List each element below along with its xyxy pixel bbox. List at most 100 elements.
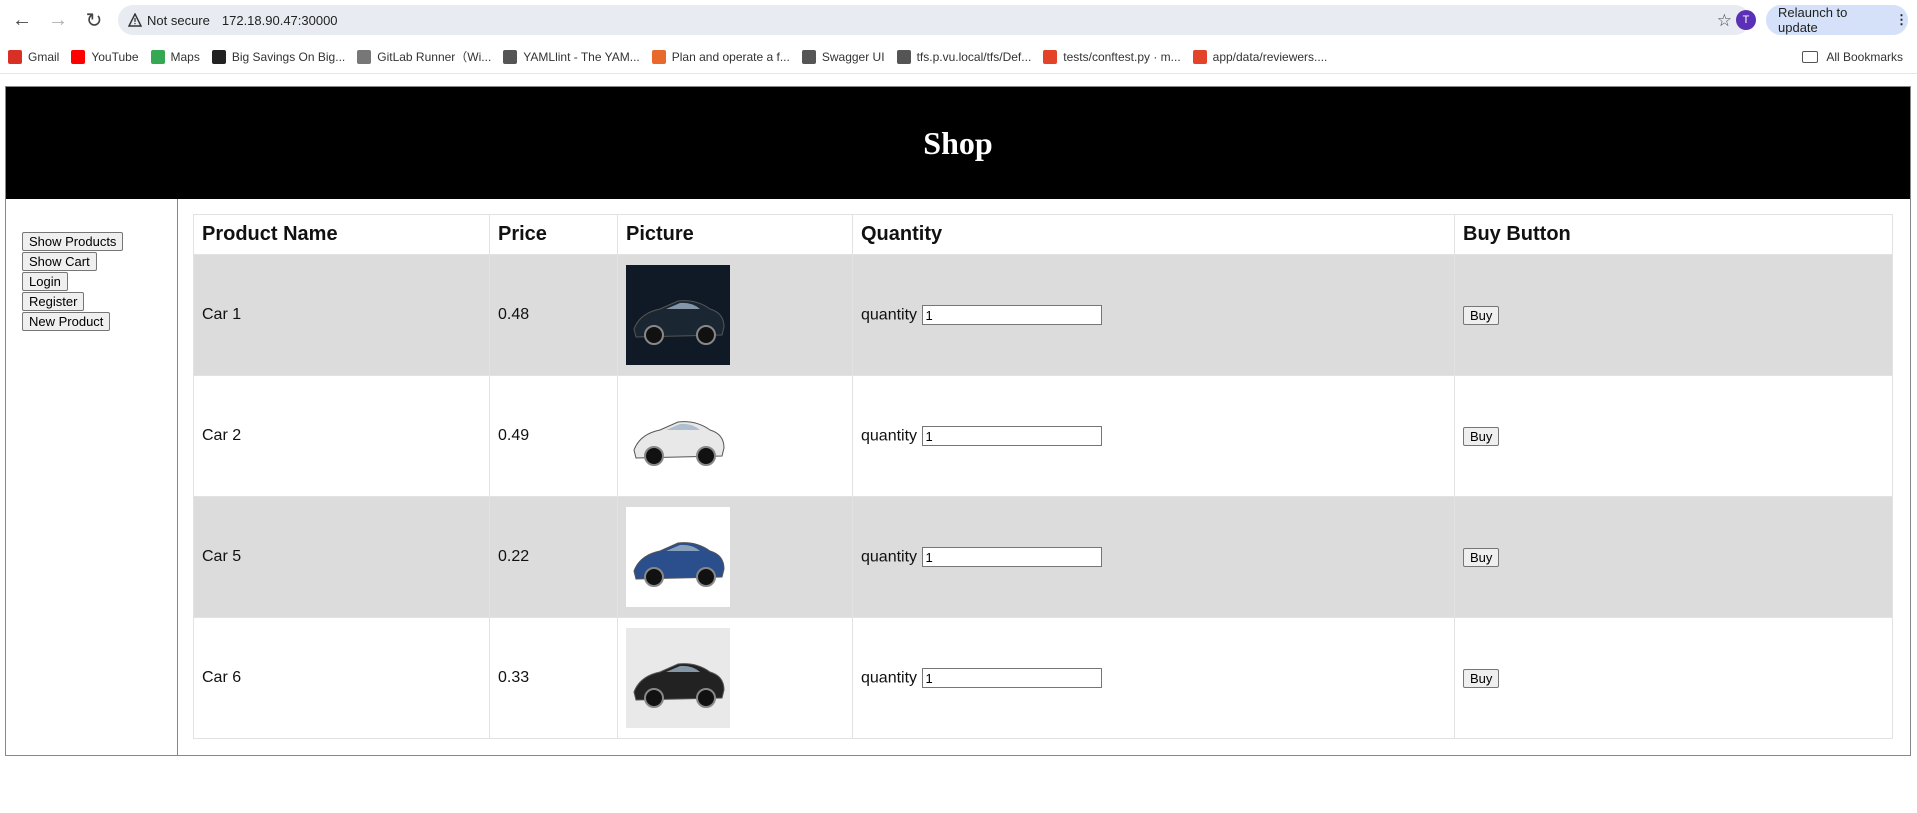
- security-label: Not secure: [147, 12, 210, 28]
- bookmark-label: GitLab Runner（Wi...: [377, 50, 492, 64]
- bookmark-item[interactable]: Gmail: [8, 49, 60, 64]
- bookmark-star-icon[interactable]: ☆: [1717, 11, 1732, 31]
- globe-icon: [801, 49, 816, 64]
- table-header-row: Product Name Price Picture Quantity Buy …: [193, 214, 1893, 255]
- car-image: [626, 386, 730, 486]
- product-name: Car 5: [193, 496, 490, 618]
- quantity-label: quantity: [861, 306, 918, 324]
- page-header: Shop: [6, 87, 1910, 199]
- buy-button[interactable]: Buy: [1463, 305, 1500, 325]
- car-image: [626, 507, 730, 607]
- buy-button[interactable]: Buy: [1463, 547, 1500, 567]
- table-row: Car 20.49 quantity Buy: [193, 375, 1893, 497]
- table-row: Car 50.22 quantity Buy: [193, 496, 1893, 618]
- bookmark-item[interactable]: Plan and operate a f...: [651, 49, 790, 64]
- table-row: Car 60.33 quantity Buy: [193, 617, 1893, 739]
- relaunch-label: Relaunch to update: [1778, 5, 1848, 35]
- login-button[interactable]: Login: [22, 272, 68, 291]
- gitlab-icon: [1043, 49, 1058, 64]
- warning-icon: [128, 13, 142, 27]
- quantity-input[interactable]: [921, 547, 1102, 567]
- bookmark-item[interactable]: GitLab Runner（Wi...: [357, 48, 491, 65]
- all-bookmarks-button[interactable]: All Bookmarks: [1802, 50, 1903, 64]
- bookmark-item[interactable]: Maps: [150, 49, 200, 64]
- bookmark-item[interactable]: Swagger UI: [801, 49, 885, 64]
- relaunch-button[interactable]: Relaunch to update ⋮: [1766, 5, 1908, 35]
- product-table: Product Name Price Picture Quantity Buy …: [193, 214, 1893, 739]
- column-header: Product Name: [193, 214, 490, 255]
- buy-button[interactable]: Buy: [1463, 426, 1500, 446]
- reload-icon[interactable]: ↻: [80, 6, 108, 34]
- new-product-button[interactable]: New Product: [22, 312, 111, 331]
- product-price: 0.22: [489, 496, 618, 618]
- profile-avatar[interactable]: T: [1736, 10, 1756, 30]
- gmail-icon: [8, 49, 22, 64]
- product-price: 0.33: [489, 617, 618, 739]
- bookmark-label: YouTube: [91, 49, 139, 64]
- bookmark-item[interactable]: YAMLlint - The YAM...: [503, 49, 640, 64]
- bookmark-label: YAMLlint - The YAM...: [523, 49, 640, 64]
- product-price: 0.49: [489, 375, 618, 497]
- bookmark-label: Maps: [170, 49, 200, 64]
- product-picture-cell: [617, 254, 853, 376]
- page-title: Shop: [923, 124, 993, 161]
- bookmark-label: Gmail: [28, 49, 60, 64]
- youtube-icon: [71, 49, 86, 64]
- shop-page: Shop Show Products Show Cart Login Register…: [5, 86, 1911, 756]
- column-header: Buy Button: [1454, 214, 1893, 255]
- quantity-label: quantity: [861, 669, 918, 687]
- globe-icon: [896, 49, 911, 64]
- gitlab-icon: [1192, 49, 1207, 64]
- gitlab-icon: [651, 49, 666, 64]
- quantity-cell: quantity: [852, 254, 1455, 376]
- quantity-input[interactable]: [921, 426, 1102, 446]
- buy-cell: Buy: [1454, 375, 1893, 497]
- bookmark-label: tfs.p.vu.local/tfs/Def...: [916, 49, 1032, 64]
- bookmark-item[interactable]: YouTube: [71, 49, 139, 64]
- security-indicator[interactable]: Not secure: [128, 13, 210, 28]
- product-picture-cell: [617, 375, 853, 497]
- quantity-cell: quantity: [852, 617, 1455, 739]
- buy-cell: Buy: [1454, 496, 1893, 618]
- show-cart-button[interactable]: Show Cart: [22, 252, 97, 271]
- buy-cell: Buy: [1454, 617, 1893, 739]
- forward-arrow-icon[interactable]: →: [44, 6, 72, 34]
- bookmark-label: Swagger UI: [821, 49, 885, 64]
- quantity-cell: quantity: [852, 496, 1455, 618]
- bookmark-item[interactable]: Big Savings On Big...: [211, 49, 346, 64]
- show-products-button[interactable]: Show Products: [22, 232, 124, 251]
- quantity-cell: quantity: [852, 375, 1455, 497]
- product-price: 0.48: [489, 254, 618, 376]
- table-row: Car 10.48 quantity Buy: [193, 254, 1893, 376]
- url-text[interactable]: 172.18.90.47:30000: [222, 13, 338, 28]
- globe-icon: [503, 49, 518, 64]
- column-header: Price: [489, 214, 618, 255]
- bookmark-item[interactable]: tfs.p.vu.local/tfs/Def...: [896, 49, 1032, 64]
- product-name: Car 1: [193, 254, 490, 376]
- product-table-container: Product Name Price Picture Quantity Buy …: [193, 214, 1893, 739]
- bookmark-item[interactable]: app/data/reviewers....: [1192, 49, 1328, 64]
- bookmark-label: Big Savings On Big...: [231, 49, 346, 64]
- product-picture-cell: [617, 617, 853, 739]
- back-arrow-icon[interactable]: ←: [8, 6, 36, 34]
- bookmark-item[interactable]: tests/conftest.py · m...: [1043, 49, 1181, 64]
- quantity-input[interactable]: [921, 305, 1102, 325]
- runner-icon: [357, 49, 372, 64]
- bookmark-label: Plan and operate a f...: [671, 49, 790, 64]
- more-menu-icon[interactable]: ⋮: [1895, 12, 1908, 28]
- address-bar[interactable]: Not secure 172.18.90.47:30000 ☆: [118, 5, 1750, 35]
- bookmark-label: app/data/reviewers....: [1212, 49, 1328, 64]
- car-image: [626, 628, 730, 728]
- quantity-label: quantity: [861, 427, 918, 445]
- register-button[interactable]: Register: [22, 292, 85, 311]
- bookmarks-bar: Gmail YouTube Maps Big Savings On Big... Git…: [0, 40, 1917, 74]
- buy-cell: Buy: [1454, 254, 1893, 376]
- sidebar: Show Products Show Cart Login Register New P…: [6, 199, 178, 755]
- quantity-input[interactable]: [921, 668, 1102, 688]
- maps-icon: [150, 49, 165, 64]
- product-name: Car 6: [193, 617, 490, 739]
- column-header: Picture: [617, 214, 853, 255]
- buy-button[interactable]: Buy: [1463, 668, 1500, 688]
- product-name: Car 2: [193, 375, 490, 497]
- car-image: [626, 265, 730, 365]
